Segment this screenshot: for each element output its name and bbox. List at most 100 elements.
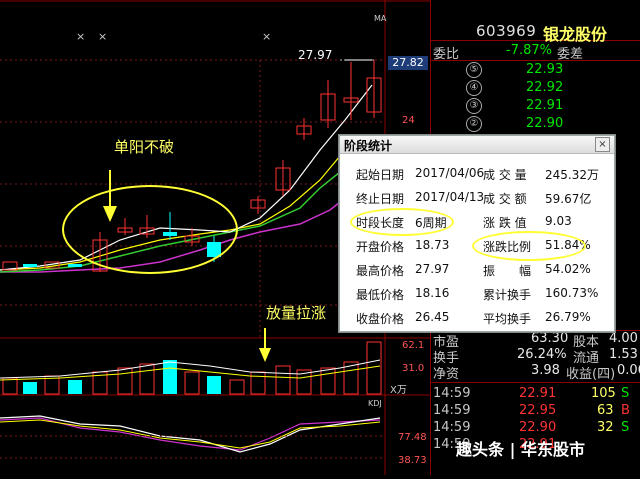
tick-time: 14:59 — [433, 403, 471, 418]
dialog-title: 阶段统计 — [344, 139, 393, 153]
stat-value: 9.03 — [545, 214, 572, 228]
close-icon[interactable]: × — [595, 137, 610, 152]
stat-value: 2017/04/06 — [415, 166, 485, 180]
candle — [68, 264, 82, 267]
x-mark: × — [98, 30, 108, 43]
kdj-white — [0, 415, 381, 453]
ma-indicator: MA — [374, 14, 387, 23]
stock-code: 603969 — [476, 22, 537, 40]
stat-value: 4.00 — [609, 331, 638, 346]
axis-label-24: 24 — [402, 115, 415, 126]
volume-bar — [23, 382, 37, 394]
sell-price-2: 22.90 — [526, 116, 564, 131]
tick-time: 14:59 — [433, 420, 471, 435]
volume-bar — [275, 365, 291, 395]
annotation-danyang: 单阳不破 — [114, 138, 175, 156]
volume-bar — [163, 360, 177, 394]
sell-price-3: 22.91 — [526, 98, 564, 113]
stat-value: 160.73% — [545, 286, 599, 300]
highlight-ellipse-candles — [62, 185, 238, 274]
stat-label: 最高价格 — [356, 264, 405, 278]
x-mark: × — [76, 30, 86, 43]
stat-label: 净资 — [433, 367, 460, 382]
volume-bar — [139, 363, 155, 395]
peak-price-label: 27.97 — [298, 48, 333, 62]
stat-label: 终止日期 — [356, 192, 405, 206]
vol-axis-top: 62.1 — [402, 340, 425, 351]
stat-value: 2017/04/13 — [415, 190, 485, 204]
arrow-down-icon — [103, 170, 117, 222]
stat-value: 245.32万 — [545, 168, 599, 182]
x-mark: × — [262, 30, 272, 43]
stat-value: 26.79% — [545, 310, 591, 324]
volume-bar — [117, 367, 133, 395]
tick-dir: B — [621, 403, 630, 418]
sell-level-3: ③ — [466, 98, 482, 114]
tick-vol: 105 — [591, 386, 616, 401]
highlight-ellipse-period — [350, 208, 454, 236]
stat-label: 成 交 额 — [483, 192, 527, 206]
stat-value: 18.73 — [415, 238, 450, 252]
tick-dir: S — [621, 386, 630, 401]
stat-value: 26.45 — [415, 310, 450, 324]
stat-label: 收益(四) — [566, 367, 616, 382]
sell-price-4: 22.92 — [526, 80, 564, 95]
vol-axis-mid: 31.0 — [402, 363, 425, 374]
stat-value: 63.30 — [531, 331, 569, 346]
tick-vol: 32 — [597, 420, 614, 435]
divider — [431, 382, 640, 383]
stat-label: 累计换手 — [483, 288, 532, 302]
stock-name: 银龙股份 — [543, 25, 608, 44]
tick-dir: S — [621, 420, 630, 435]
stat-label: 开盘价格 — [356, 240, 405, 254]
kdj-axis-1: 77.48 — [398, 432, 427, 443]
volume-bar — [229, 379, 245, 395]
arrow-down-icon — [259, 328, 271, 362]
vol-unit: X万 — [390, 385, 407, 396]
annotation-fangliang: 放量拉涨 — [266, 304, 327, 322]
tick-price: 22.90 — [519, 420, 557, 435]
stat-label: 收盘价格 — [356, 312, 405, 326]
volume-bar — [320, 367, 336, 395]
kdj-yellow — [0, 419, 381, 449]
stat-label: 涨 跌 值 — [483, 216, 527, 230]
sell-level-5: ⑤ — [466, 62, 482, 78]
tick-price: 22.95 — [519, 403, 557, 418]
kdj-axis-2: 38.73 — [398, 455, 427, 466]
stat-value: 59.67亿 — [545, 192, 592, 206]
stat-label: 起始日期 — [356, 168, 405, 182]
stage-stats-dialog[interactable]: 阶段统计 × 起始日期 2017/04/06 成 交 量 245.32万 终止日… — [339, 135, 615, 332]
stat-label: 振 幅 — [483, 264, 532, 278]
volume-bar — [250, 371, 266, 395]
candle — [23, 264, 37, 267]
stat-value: 1.53 — [609, 347, 638, 362]
stat-label: 成 交 量 — [483, 168, 527, 182]
tick-price: 22.91 — [519, 386, 557, 401]
stat-label: 最低价格 — [356, 288, 405, 302]
current-price-value: 27.82 — [392, 56, 424, 69]
sell-price-5: 22.93 — [526, 62, 564, 77]
stat-value: 54.02% — [545, 262, 591, 276]
divider — [431, 60, 640, 61]
volume-bar — [2, 377, 18, 395]
stat-value: 26.24% — [517, 347, 567, 362]
highlight-ellipse-change — [472, 231, 586, 261]
current-price-tag: 27.82 — [388, 56, 428, 70]
tick-time: 14:59 — [433, 386, 471, 401]
volume-bar — [184, 371, 200, 395]
sell-level-4: ④ — [466, 80, 482, 96]
sell-level-2: ② — [466, 116, 482, 132]
stat-value: 18.16 — [415, 286, 450, 300]
volume-bar — [68, 380, 82, 394]
volume-bars — [2, 341, 382, 395]
watermark: 趣头条 | 华东股市 — [456, 440, 585, 459]
tick-vol: 63 — [597, 403, 614, 418]
vol-ma-white — [0, 359, 381, 379]
kdj-label: KDJ — [368, 399, 382, 408]
stock-header: 603969 银龙股份 — [431, 0, 640, 44]
dialog-titlebar[interactable]: 阶段统计 × — [340, 136, 614, 154]
stat-value: 27.97 — [415, 262, 450, 276]
stat-value: 3.98 — [531, 363, 560, 378]
stat-label: 平均换手 — [483, 312, 532, 326]
volume-bar — [207, 376, 221, 394]
